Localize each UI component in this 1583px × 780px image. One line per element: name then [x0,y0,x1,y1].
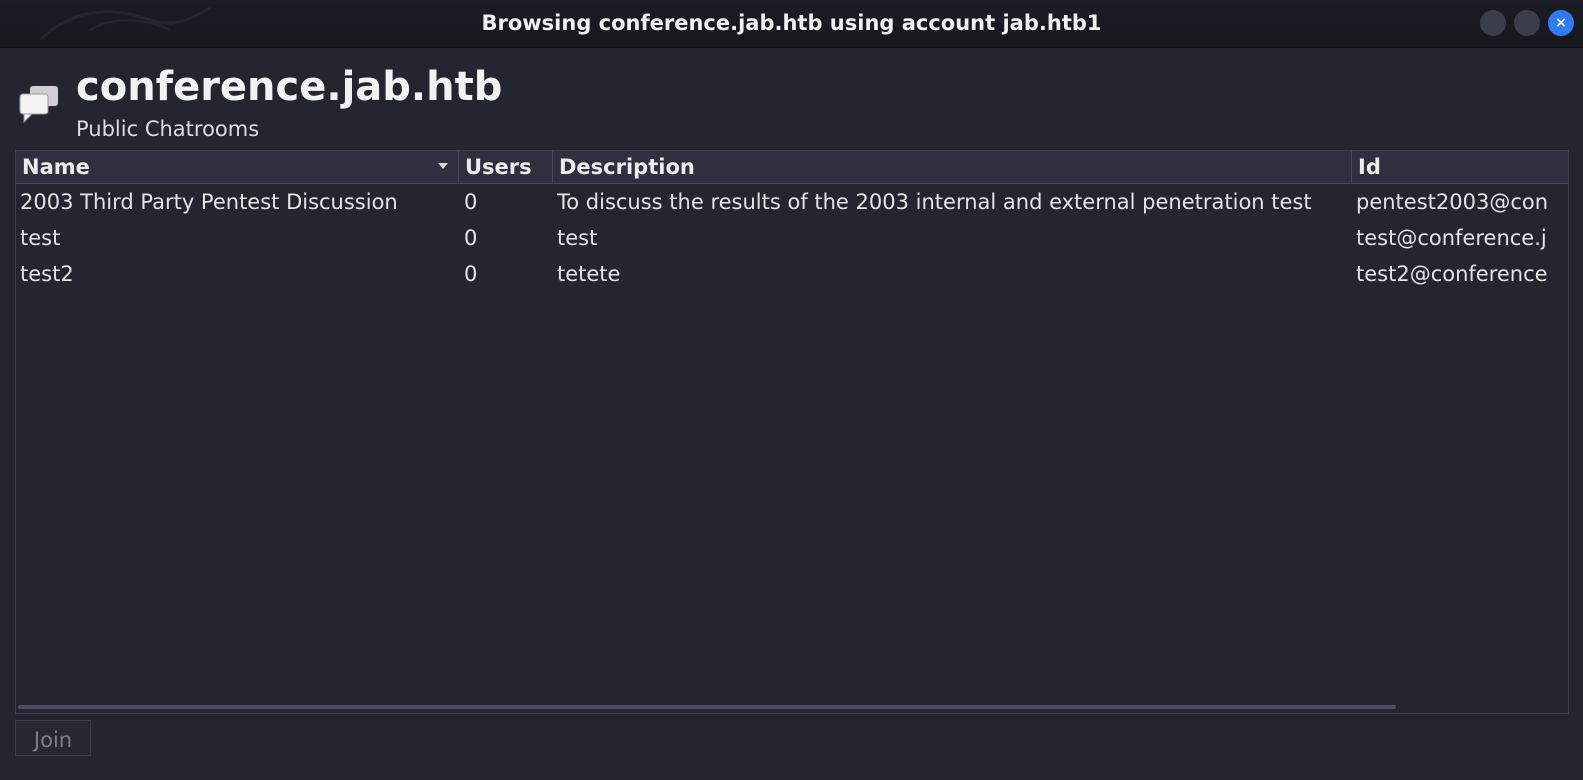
table-row[interactable]: test 0 test test@conference.j [16,220,1568,256]
table-header: Name Users Description Id [16,151,1568,184]
join-button[interactable]: Join [15,720,91,756]
window-title: Browsing conference.jab.htb using accoun… [481,11,1102,35]
minimize-button[interactable] [1480,10,1506,36]
page-subtitle: Public Chatrooms [76,117,260,141]
sort-descending-icon [438,163,448,169]
column-header-name[interactable]: Name [16,151,459,183]
column-header-users[interactable]: Users [459,151,553,183]
table-row[interactable]: 2003 Third Party Pentest Discussion 0 To… [16,184,1568,220]
chat-bubbles-icon [19,86,58,124]
table-row[interactable]: test2 0 tetete test2@conference [16,256,1568,292]
room-id: pentest2003@con [1356,190,1549,214]
room-users: 0 [464,190,478,214]
column-header-description[interactable]: Description [553,151,1352,183]
chatroom-table: Name Users Description Id 2003 Third Par… [15,150,1569,714]
room-id: test2@conference [1356,262,1548,286]
column-header-id[interactable]: Id [1352,151,1568,183]
maximize-button[interactable] [1514,10,1540,36]
room-id: test@conference.j [1356,226,1547,250]
room-name: 2003 Third Party Pentest Discussion [20,190,398,214]
room-description: To discuss the results of the 2003 inter… [557,190,1312,214]
titlebar[interactable]: Browsing conference.jab.htb using accoun… [0,0,1583,48]
close-icon: × [1555,15,1567,31]
room-users: 0 [464,262,478,286]
room-name: test [20,226,61,250]
room-description: tetete [557,262,621,286]
horizontal-scrollbar[interactable] [18,705,1396,709]
close-button[interactable]: × [1548,10,1574,36]
room-browser-window: Browsing conference.jab.htb using accoun… [0,0,1583,780]
room-description: test [557,226,598,250]
room-users: 0 [464,226,478,250]
page-title: conference.jab.htb [76,64,503,110]
room-name: test2 [20,262,74,286]
